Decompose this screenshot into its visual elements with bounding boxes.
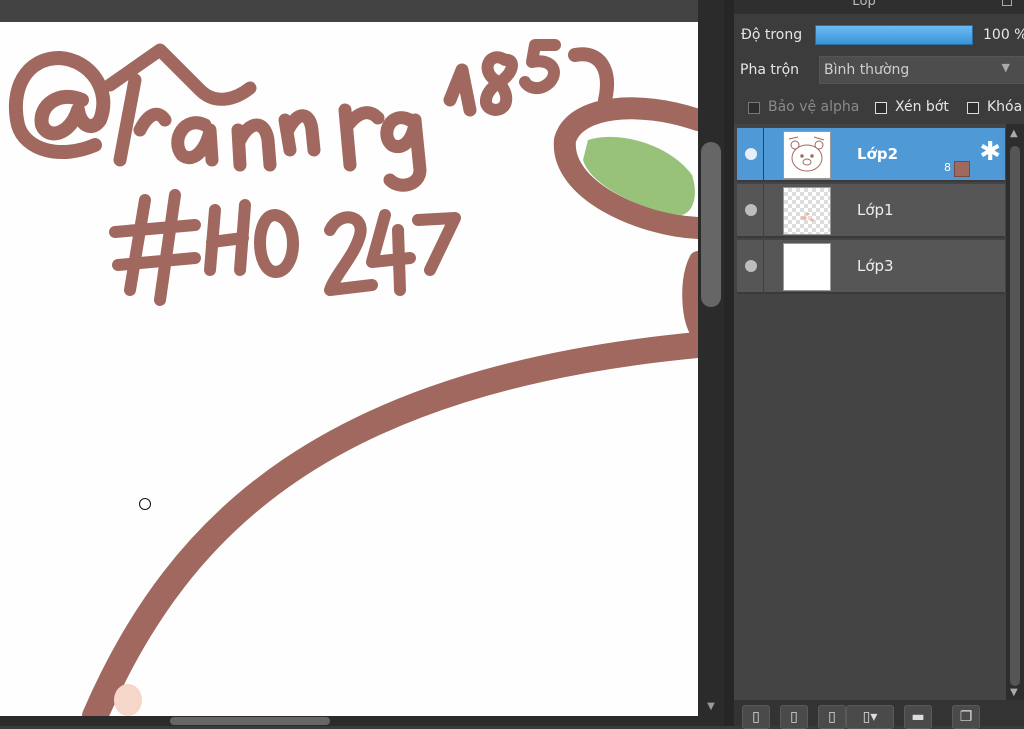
brush-cursor [139,498,151,510]
layer-name: Lớp2 [857,145,899,163]
canvas-top-strip [0,0,698,22]
layer-row-lop3[interactable]: Lớp3 [737,240,1005,294]
blend-mode-label: Pha trộn [740,62,800,78]
layer-thumbnail [783,131,831,179]
canvas-horizontal-scroll-thumb[interactable] [170,717,330,725]
layer-panel: Lớp Độ trong 100 % Pha trộn Bình thường … [734,0,1024,729]
layer-list-scroll-thumb[interactable] [1010,146,1020,686]
visibility-eye-icon[interactable] [745,260,757,272]
new-folder-icon[interactable]: ▬ [904,705,932,729]
scroll-down-arrow-icon[interactable]: ▼ [1010,687,1018,698]
visibility-column-divider [763,184,764,238]
scroll-up-arrow-icon[interactable]: ▲ [1010,128,1018,139]
chevron-down-icon: ▼ [1001,61,1010,74]
duplicate-layer-icon[interactable]: ❐ [952,705,980,729]
blend-mode-value: Bình thường [824,62,910,78]
layer-row-lop1[interactable]: Lớp1 [737,184,1005,238]
protect-alpha-label: Bảo vệ alpha [768,99,860,115]
visibility-column-divider [763,240,764,294]
layer-thumbnail [783,243,831,291]
layer-badge-count: 8 [944,161,951,174]
bear-sketch-thumbnail [788,136,825,172]
canvas-area[interactable] [0,0,698,716]
lock-label: Khóa [987,99,1023,115]
opacity-label: Độ trong [741,27,803,43]
layer-thumbnail [783,187,831,235]
layer-row-lop2[interactable]: Lớp2 8 ✱ [737,128,1005,182]
scroll-down-arrow-icon[interactable]: ▼ [698,700,724,714]
new-1bit-layer-icon[interactable]: ▯ [818,705,846,729]
layer-panel-header: Lớp [734,0,1024,14]
clip-label: Xén bớt [895,99,949,115]
visibility-eye-icon[interactable] [745,148,757,160]
layer-panel-title: Lớp [852,0,876,9]
protect-alpha-checkbox[interactable] [748,102,760,114]
canvas-vertical-scrollbar[interactable]: ▼ [698,0,724,716]
add-layer-menu-icon[interactable]: ▯▾ [846,705,894,729]
layer-name: Lớp3 [857,257,894,275]
layer-list-scrollbar[interactable]: ▲ ▼ [1006,124,1024,700]
canvas-paper[interactable] [0,22,698,716]
color-fill-thumbnail [801,213,814,222]
canvas-vertical-scroll-thumb[interactable] [701,142,721,307]
layer-toolbar: ▯ ▯ ▯ ▯▾ ▬ ❐ [734,700,1024,729]
canvas-horizontal-scrollbar[interactable] [0,716,724,726]
gear-icon[interactable]: ✱ [979,139,1001,165]
new-8bit-layer-icon[interactable]: ▯ [780,705,808,729]
panel-splitter[interactable] [724,0,734,726]
visibility-column-divider [763,128,764,182]
layer-list: Lớp2 8 ✱ Lớp1 Lớp3 [734,124,1006,700]
panel-float-icon[interactable] [1002,0,1012,6]
visibility-eye-icon[interactable] [745,204,757,216]
blend-mode-select[interactable]: Bình thường ▼ [819,56,1024,84]
opacity-value: 100 % [983,27,1024,43]
new-layer-icon[interactable]: ▯ [742,705,770,729]
opacity-slider[interactable] [815,25,973,45]
drawing-strokes [8,39,698,716]
layer-color-swatch [954,161,970,177]
clip-checkbox[interactable] [875,102,887,114]
lock-checkbox[interactable] [967,102,979,114]
layer-name: Lớp1 [857,201,894,219]
